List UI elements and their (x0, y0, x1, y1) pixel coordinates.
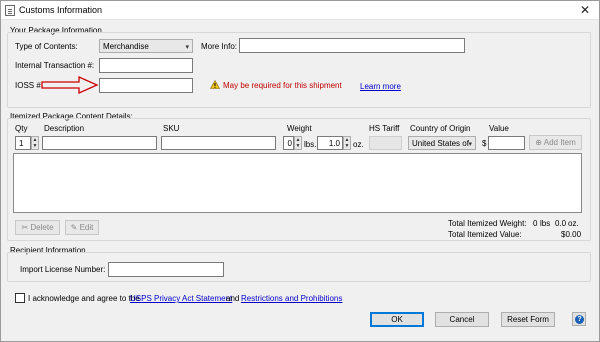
country-select-value: United States of (412, 139, 469, 148)
header-weight: Weight (287, 124, 312, 133)
help-button[interactable]: ? (572, 312, 586, 326)
country-select[interactable]: United States of ▾ (408, 136, 476, 150)
more-info-label: More Info: (201, 42, 238, 51)
stepper-down-icon: ▼ (344, 143, 350, 149)
warning-text: May be required for this shipment (223, 81, 342, 90)
oz-stepper[interactable]: ▲ ▼ (343, 136, 351, 150)
import-license-input[interactable] (108, 262, 224, 277)
ok-button[interactable]: OK (370, 312, 424, 327)
import-license-label: Import License Number: (20, 265, 106, 274)
ioss-input[interactable] (99, 78, 193, 93)
internal-transaction-label: Internal Transaction #: (15, 61, 95, 70)
edit-icon: ✎ (70, 223, 80, 232)
total-weight-oz: 0.0 (555, 219, 567, 228)
edit-label: Edit (79, 223, 94, 232)
ioss-label: IOSS #: (15, 81, 44, 90)
lbs-unit: lbs. (304, 140, 317, 149)
acknowledge-and: and (226, 294, 240, 303)
lbs-input[interactable]: 0 (283, 136, 294, 150)
delete-button[interactable]: ✂ Delete (15, 220, 60, 235)
contents-label: Type of Contents: (15, 42, 78, 51)
learn-more-link[interactable]: Learn more (360, 82, 401, 91)
add-item-label: Add Item (543, 138, 576, 147)
edit-button[interactable]: ✎ Edit (65, 220, 99, 235)
lbs-stepper[interactable]: ▲ ▼ (294, 136, 302, 150)
acknowledge-checkbox[interactable] (15, 293, 25, 303)
delete-label: Delete (30, 223, 54, 232)
hs-tariff-field (369, 136, 402, 150)
internal-transaction-input[interactable] (99, 58, 193, 73)
description-input[interactable] (42, 136, 157, 150)
header-hs-tariff: HS Tariff (369, 124, 400, 133)
customs-information-window: Customs Information ✕ Your Package Infor… (0, 0, 600, 342)
cancel-button[interactable]: Cancel (435, 312, 489, 327)
currency-symbol: $ (482, 139, 487, 148)
close-icon[interactable]: ✕ (580, 3, 590, 17)
add-item-button[interactable]: ⊕ Add Item (529, 135, 582, 150)
qty-input[interactable]: 1 (15, 136, 31, 150)
annotation-arrow-icon (41, 75, 99, 95)
window-title: Customs Information (19, 5, 103, 15)
app-icon (5, 5, 15, 16)
total-value-label: Total Itemized Value: (448, 230, 522, 239)
help-icon: ? (575, 315, 584, 324)
warning-icon (210, 80, 220, 89)
contents-select-value: Merchandise (103, 42, 149, 51)
add-item-icon: ⊕ (535, 138, 544, 147)
restrictions-link[interactable]: Restrictions and Prohibitions (241, 294, 342, 303)
header-country: Country of Origin (410, 124, 471, 133)
total-weight-lbs: 0 (533, 219, 538, 228)
total-value: $0.00 (561, 230, 582, 239)
total-weight-oz-unit: oz. (568, 219, 579, 228)
header-value: Value (489, 124, 509, 133)
oz-input[interactable]: 1.0 (317, 136, 343, 150)
chevron-down-icon: ▾ (468, 141, 472, 148)
reset-form-button[interactable]: Reset Form (501, 312, 555, 327)
stepper-down-icon: ▼ (32, 143, 38, 149)
sku-input[interactable] (161, 136, 276, 150)
header-sku: SKU (163, 124, 180, 133)
items-list[interactable] (13, 153, 582, 213)
stepper-down-icon: ▼ (295, 143, 301, 149)
contents-select[interactable]: Merchandise ▾ (99, 39, 193, 53)
value-input[interactable] (488, 136, 525, 150)
oz-unit: oz. (353, 140, 364, 149)
total-weight-label: Total Itemized Weight: (448, 219, 527, 228)
header-qty: Qty (15, 124, 28, 133)
acknowledge-prefix: I acknowledge and agree to the (28, 294, 140, 303)
header-description: Description (44, 124, 85, 133)
more-info-input[interactable] (239, 38, 465, 53)
qty-stepper[interactable]: ▲ ▼ (31, 136, 39, 150)
privacy-act-link[interactable]: USPS Privacy Act Statement (130, 294, 232, 303)
title-bar: Customs Information ✕ (1, 1, 599, 20)
chevron-down-icon: ▾ (185, 44, 189, 51)
total-weight-lbs-unit: lbs (540, 219, 551, 228)
